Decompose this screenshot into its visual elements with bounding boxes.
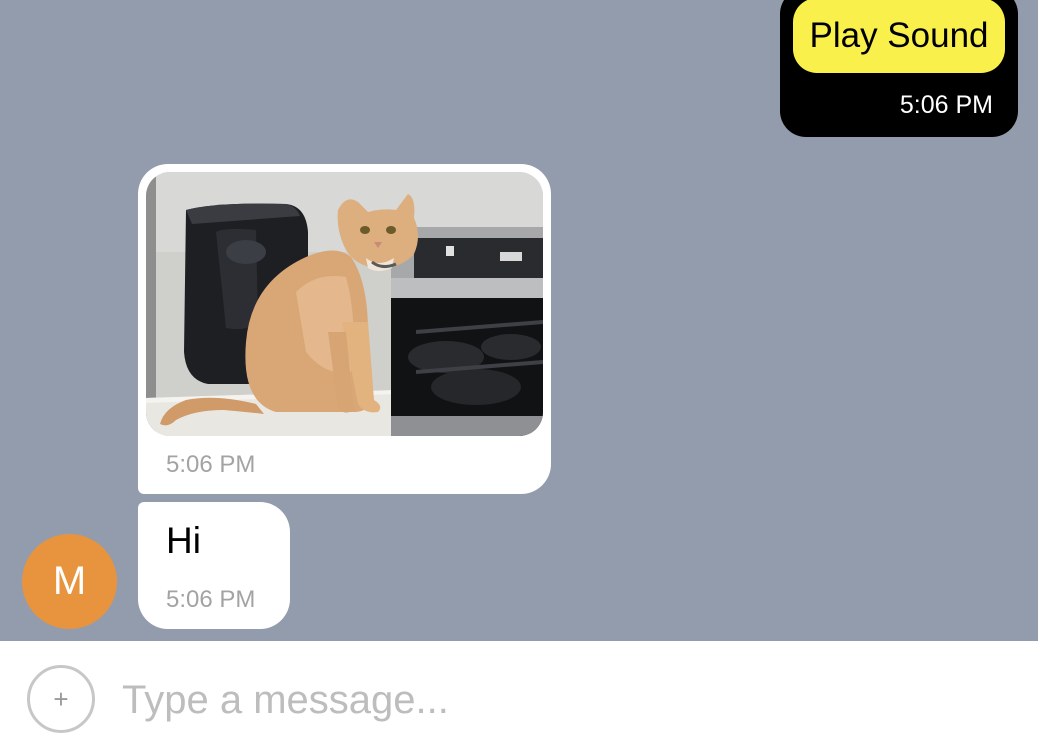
cat-photo-illustration [146, 172, 543, 436]
add-attachment-button[interactable]: + [27, 665, 95, 733]
message-timestamp: 5:06 PM [899, 91, 993, 119]
chat-area[interactable]: Play Sound 5:06 PM 5:06 PM Hi 5:06 PM M [0, 0, 1038, 641]
message-composer: + [0, 641, 1038, 756]
message-text: Hi [166, 520, 201, 561]
plus-icon: + [53, 684, 69, 714]
message-timestamp: 5:06 PM [166, 451, 256, 478]
message-timestamp: 5:06 PM [166, 586, 256, 613]
cat-photo[interactable] [146, 172, 543, 436]
outgoing-message-bubble: Play Sound 5:06 PM [780, 0, 1018, 137]
message-input[interactable] [122, 669, 1002, 731]
play-sound-button[interactable]: Play Sound [793, 0, 1005, 73]
incoming-text-message[interactable]: Hi 5:06 PM [138, 502, 290, 629]
avatar[interactable]: M [22, 534, 117, 629]
incoming-image-message[interactable]: 5:06 PM [138, 164, 551, 494]
